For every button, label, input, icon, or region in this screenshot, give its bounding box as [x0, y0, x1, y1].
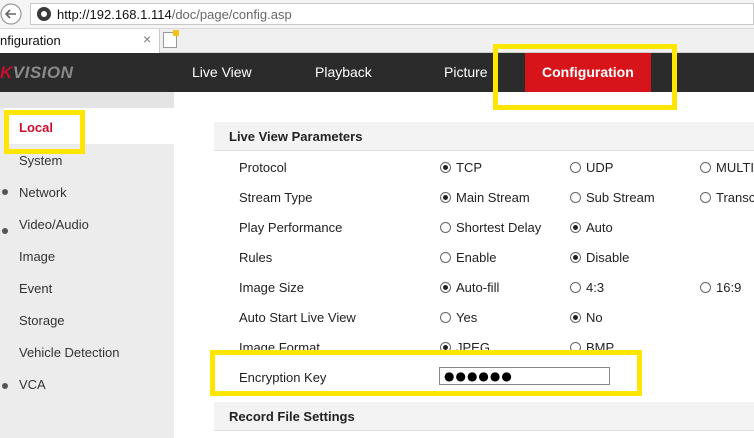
brand-logo: KVISION	[0, 63, 74, 82]
radio-4-3[interactable]: 4:3	[570, 280, 604, 295]
expand-icon[interactable]	[2, 189, 8, 195]
row-label: Stream Type	[239, 190, 313, 205]
close-icon[interactable]: ×	[143, 31, 151, 47]
nav-playback[interactable]: Playback	[315, 53, 372, 92]
section-record-file-settings: Record File Settings	[214, 402, 754, 431]
radio-auto[interactable]: Auto	[570, 220, 613, 235]
radio-16-9[interactable]: 16:9	[700, 280, 741, 295]
radio-enable[interactable]: Enable	[440, 250, 496, 265]
radio-tcp[interactable]: TCP	[440, 160, 482, 175]
section-live-view-parameters: Live View Parameters	[214, 122, 754, 151]
new-tab-icon[interactable]	[163, 30, 179, 48]
radio-checked-icon[interactable]	[440, 162, 451, 173]
site-info-icon[interactable]	[37, 7, 51, 21]
radio-sub-stream[interactable]: Sub Stream	[570, 190, 655, 205]
browser-tab[interactable]: nfiguration ×	[0, 29, 160, 53]
radio-checked-icon[interactable]	[570, 252, 581, 263]
sidebar-item-network[interactable]: Network	[19, 185, 67, 200]
sidebar-item-vehicle-detection[interactable]: Vehicle Detection	[19, 345, 119, 360]
radio-checked-icon[interactable]	[570, 312, 581, 323]
expand-icon[interactable]	[2, 228, 8, 234]
radio-unchecked-icon[interactable]	[700, 162, 711, 173]
highlight-box-encryption-key	[210, 350, 642, 396]
radio-shortest-delay[interactable]: Shortest Delay	[440, 220, 541, 235]
radio-unchecked-icon[interactable]	[570, 192, 581, 203]
radio-no[interactable]: No	[570, 310, 603, 325]
section-title: Record File Settings	[229, 409, 355, 424]
radio-disable[interactable]: Disable	[570, 250, 629, 265]
row-label: Auto Start Live View	[239, 310, 356, 325]
radio-yes[interactable]: Yes	[440, 310, 477, 325]
highlight-box-configuration	[493, 44, 677, 110]
row-label: Play Performance	[239, 220, 343, 235]
radio-checked-icon[interactable]	[440, 192, 451, 203]
radio-udp[interactable]: UDP	[570, 160, 613, 175]
radio-multicast[interactable]: MULTIC	[700, 160, 754, 175]
row-label: Image Size	[239, 280, 305, 295]
browser-address-bar: http://192.168.1.114/doc/page/config.asp	[0, 0, 754, 29]
section-title: Live View Parameters	[229, 129, 363, 144]
sidebar-item-vca[interactable]: VCA	[19, 377, 46, 392]
radio-unchecked-icon[interactable]	[440, 222, 451, 233]
sidebar-item-event[interactable]: Event	[19, 281, 52, 296]
radio-main-stream[interactable]: Main Stream	[440, 190, 530, 205]
back-arrow-icon[interactable]	[0, 2, 26, 26]
row-label: Rules	[239, 250, 273, 265]
sidebar-item-system[interactable]: System	[19, 153, 62, 168]
nav-live-view[interactable]: Live View	[192, 53, 252, 92]
url-path: /doc/page/config.asp	[171, 7, 292, 22]
radio-checked-icon[interactable]	[570, 222, 581, 233]
radio-auto-fill[interactable]: Auto-fill	[440, 280, 499, 295]
url-input[interactable]: http://192.168.1.114/doc/page/config.asp	[30, 3, 754, 25]
radio-unchecked-icon[interactable]	[700, 192, 711, 203]
radio-unchecked-icon[interactable]	[570, 162, 581, 173]
nav-picture[interactable]: Picture	[444, 53, 488, 92]
radio-checked-icon[interactable]	[440, 282, 451, 293]
radio-transcoded[interactable]: Transco	[700, 190, 754, 205]
sidebar-item-video-audio[interactable]: Video/Audio	[19, 217, 89, 232]
tab-title: nfiguration	[0, 33, 61, 48]
radio-unchecked-icon[interactable]	[700, 282, 711, 293]
url-host: http://192.168.1.114	[57, 7, 172, 22]
expand-icon[interactable]	[2, 383, 8, 389]
sidebar-item-storage[interactable]: Storage	[19, 313, 65, 328]
radio-unchecked-icon[interactable]	[440, 252, 451, 263]
highlight-box-local	[4, 110, 85, 154]
radio-unchecked-icon[interactable]	[440, 312, 451, 323]
row-label: Protocol	[239, 160, 287, 175]
radio-unchecked-icon[interactable]	[570, 282, 581, 293]
sidebar-item-image[interactable]: Image	[19, 249, 55, 264]
